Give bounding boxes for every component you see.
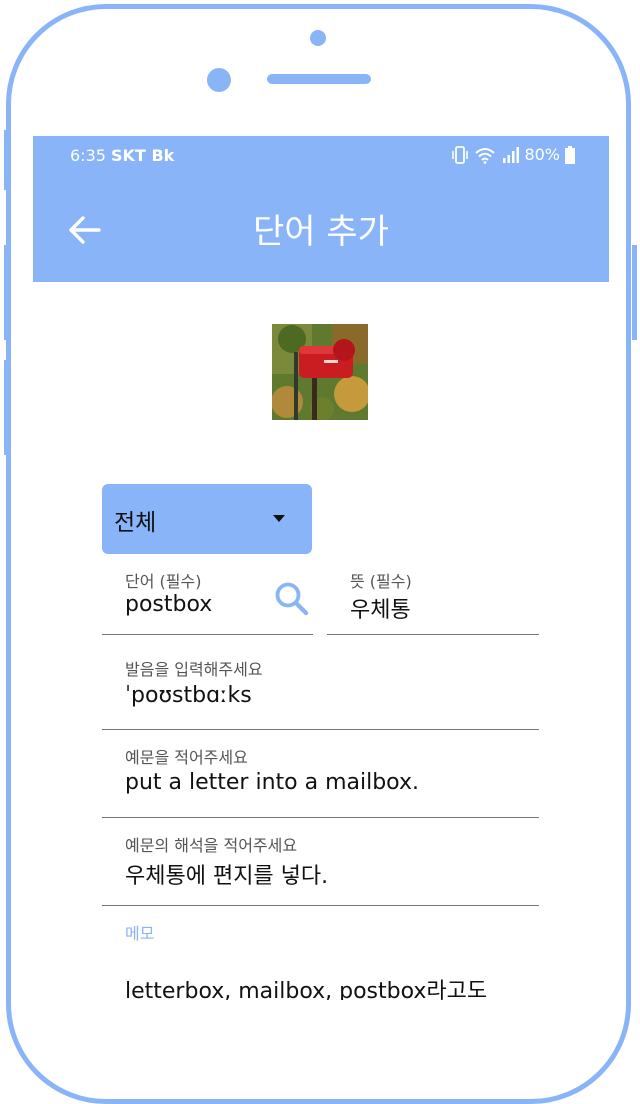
- volume-down-button: [4, 245, 9, 340]
- meaning-field[interactable]: 뜻 (필수) 우체통: [327, 560, 539, 635]
- vibrate-icon: [452, 145, 469, 164]
- example-sentence-field[interactable]: 예문을 적어주세요 put a letter into a mailbox.: [102, 730, 539, 818]
- memo-field[interactable]: 메모 letterbox, mailbox, postbox라고도: [102, 906, 539, 1000]
- power-button: [632, 245, 637, 340]
- memo-field-value: letterbox, mailbox, postbox라고도: [125, 979, 488, 1000]
- meaning-field-value: 우체통: [350, 598, 411, 623]
- search-icon[interactable]: [272, 579, 312, 619]
- battery-percent: 80%: [524, 145, 560, 164]
- word-field-label: 단어 (필수): [125, 572, 202, 591]
- status-bar-left: 6:35 SKT Bk: [70, 146, 174, 165]
- word-field-value: postbox: [125, 592, 213, 617]
- status-carrier: SKT Bk: [111, 146, 175, 165]
- example-translation-field-value: 우체통에 편지를 넣다.: [125, 864, 329, 889]
- status-bar-right: 80%: [450, 145, 576, 164]
- example-sentence-field-label: 예문을 적어주세요: [125, 748, 248, 767]
- pronunciation-field[interactable]: 발음을 입력해주세요 ˈpoʊstbɑːks: [102, 640, 539, 730]
- page-title: 단어 추가: [253, 212, 389, 252]
- volume-up-button: [4, 130, 9, 190]
- battery-icon: [565, 145, 575, 164]
- app-screen: 6:35 SKT Bk 80% 단어 추가 전체 단어 (필수) postbox…: [33, 136, 609, 1000]
- example-translation-field[interactable]: 예문의 해석을 적어주세요 우체통에 편지를 넣다.: [102, 818, 539, 906]
- earpiece-speaker: [267, 74, 371, 84]
- pronunciation-field-label: 발음을 입력해주세요: [125, 660, 263, 679]
- proximity-sensor: [207, 68, 231, 92]
- example-sentence-field-value: put a letter into a mailbox.: [125, 770, 419, 795]
- bixby-button: [4, 360, 9, 455]
- front-camera: [310, 30, 326, 46]
- category-selected: 전체: [114, 510, 157, 536]
- wifi-icon: [475, 147, 496, 164]
- example-translation-field-label: 예문의 해석을 적어주세요: [125, 836, 298, 855]
- word-image[interactable]: [272, 324, 368, 420]
- pronunciation-field-value: ˈpoʊstbɑːks: [125, 683, 252, 708]
- app-bar: 6:35 SKT Bk 80% 단어 추가: [33, 136, 609, 282]
- meaning-field-label: 뜻 (필수): [350, 572, 412, 591]
- dropdown-caret-icon: [273, 515, 285, 522]
- category-dropdown[interactable]: 전체: [102, 484, 312, 554]
- status-time: 6:35: [70, 146, 106, 165]
- signal-icon: [503, 146, 520, 163]
- memo-field-label: 메모: [125, 924, 155, 943]
